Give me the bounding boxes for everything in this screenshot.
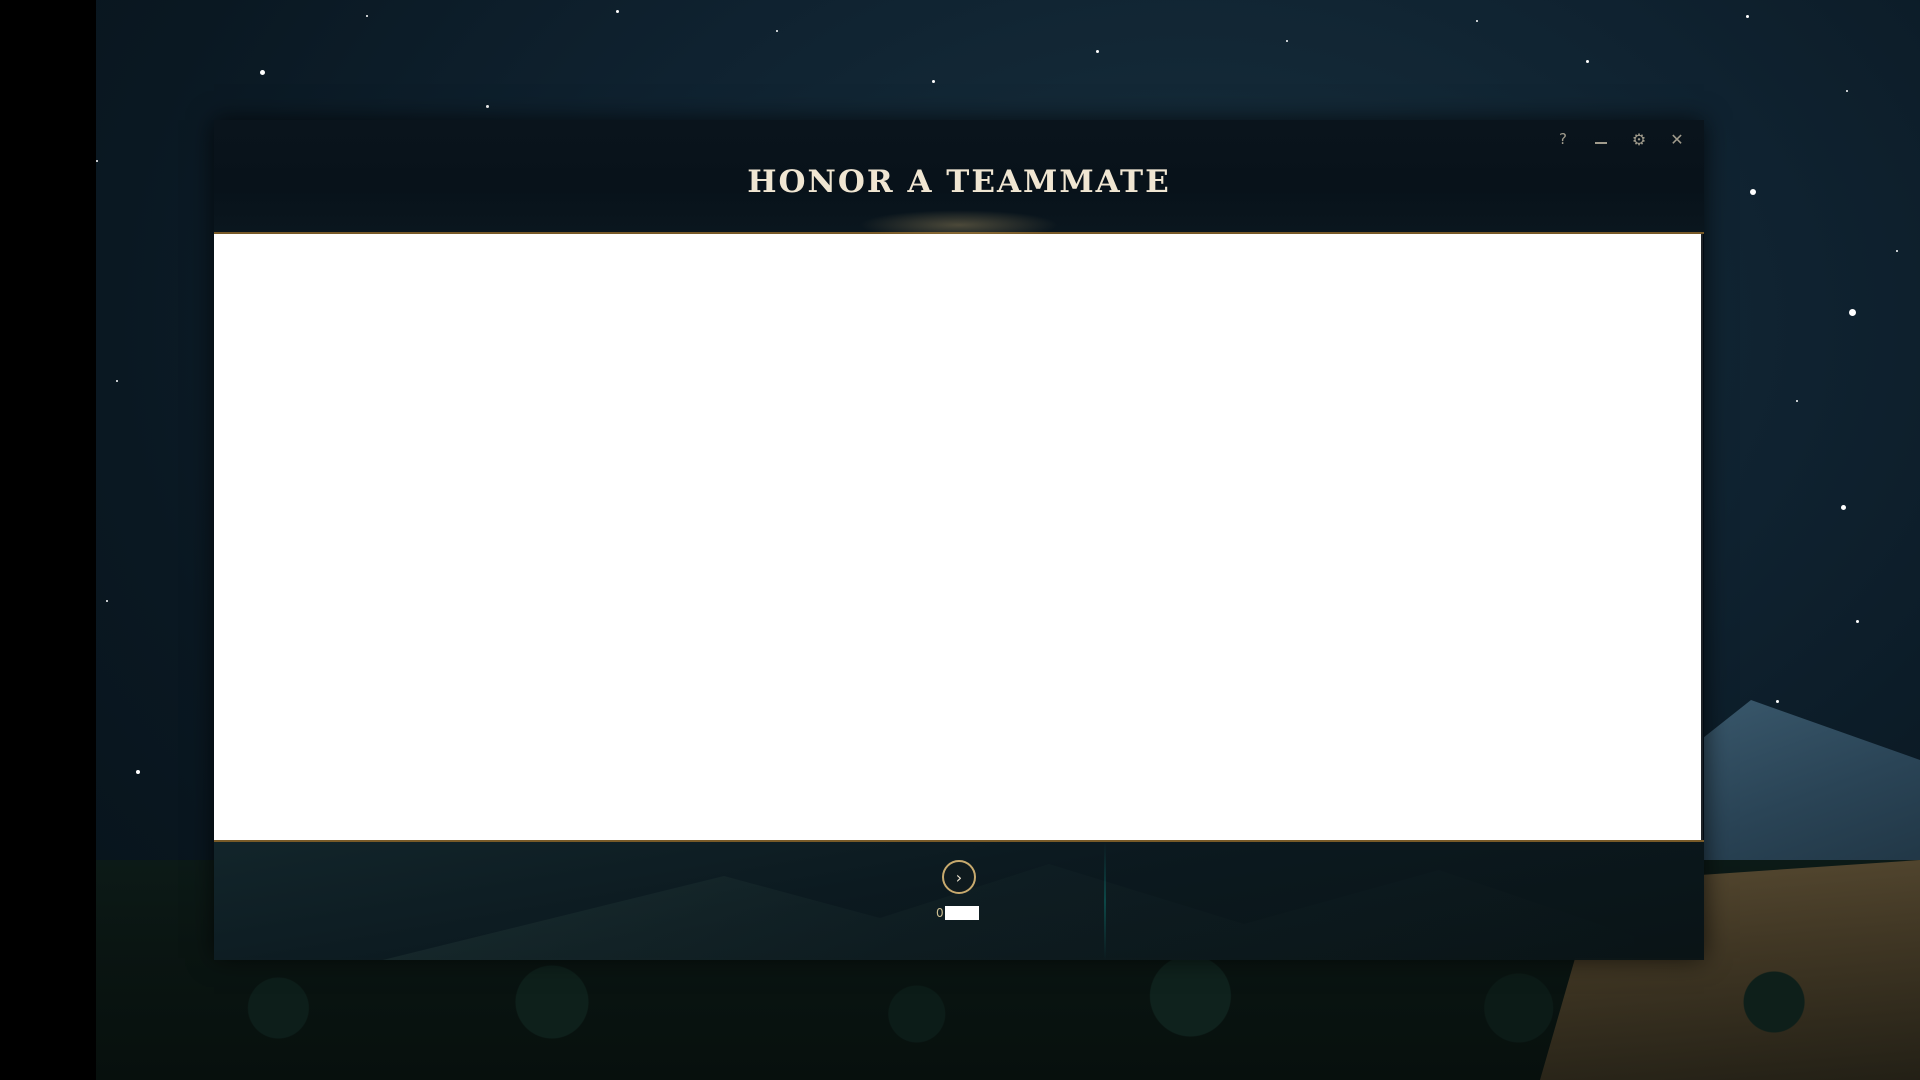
gear-icon[interactable]: ⚙ — [1620, 126, 1658, 152]
modal-header: HONOR A TEAMMATE ? ⚙ ✕ — [214, 120, 1704, 240]
next-button[interactable]: › — [942, 860, 976, 894]
chevron-right-icon: › — [955, 867, 963, 887]
honor-modal: HONOR A TEAMMATE ? ⚙ ✕ › 0 — [214, 120, 1704, 960]
left-black-bar — [0, 0, 96, 1080]
modal-content — [214, 234, 1703, 840]
help-icon[interactable]: ? — [1544, 126, 1582, 152]
screen: HONOR A TEAMMATE ? ⚙ ✕ › 0 — [0, 0, 1920, 1080]
treeline — [96, 960, 1920, 1080]
window-controls: ? ⚙ ✕ — [1544, 126, 1696, 152]
close-icon[interactable]: ✕ — [1658, 126, 1696, 152]
footer-divider-glow — [1104, 842, 1106, 960]
modal-footer: › 0 — [214, 840, 1704, 960]
footer-decoration — [334, 864, 1634, 960]
counter: 0 — [936, 905, 979, 921]
counter-label-block — [944, 906, 979, 920]
modal-title: HONOR A TEAMMATE — [747, 164, 1171, 200]
counter-text: 0 — [936, 906, 944, 920]
minimize-icon[interactable] — [1582, 126, 1620, 152]
